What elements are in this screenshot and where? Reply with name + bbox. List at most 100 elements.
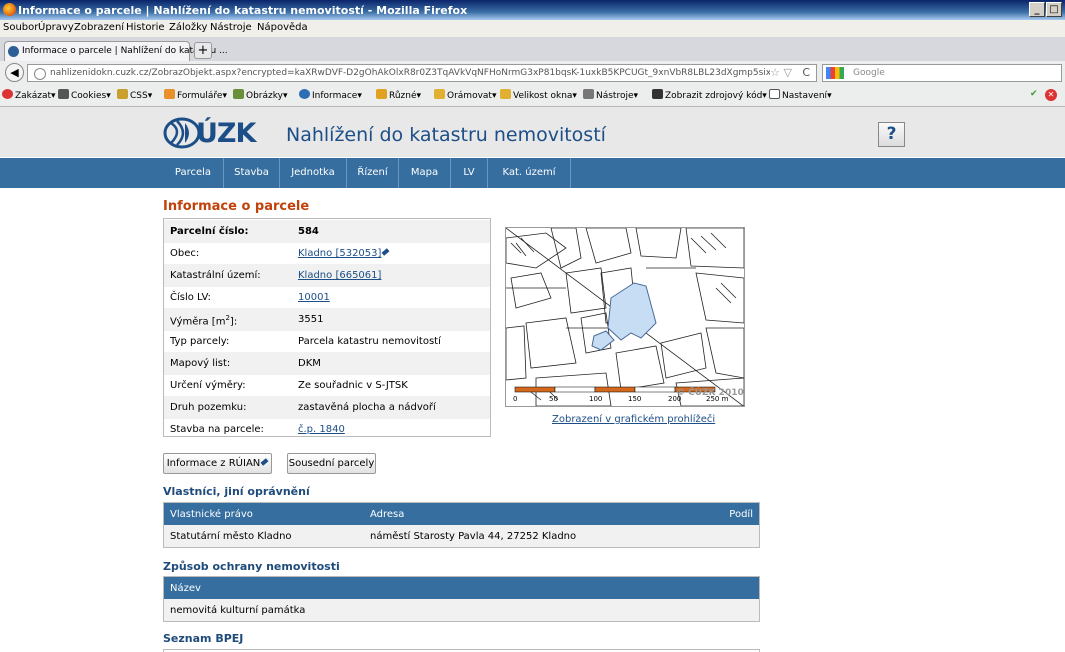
- owners-heading: Vlastníci, jiní oprávnění: [163, 485, 310, 498]
- toolbar-cookies[interactable]: Cookies▾: [58, 89, 111, 101]
- toolbar-options[interactable]: Nastavení▾: [769, 89, 832, 101]
- cadastral-area-link[interactable]: Kladno [665061]: [298, 270, 381, 281]
- scale-label: 50: [549, 395, 558, 403]
- error-icon[interactable]: ✕: [1045, 89, 1057, 101]
- menu-item-zobrazeni[interactable]: Zobrazení: [74, 22, 124, 33]
- table-header: Název: [164, 577, 759, 599]
- toolbar-outline[interactable]: Orámovat▾: [434, 89, 496, 101]
- toolbar-tools[interactable]: Nástroje▾: [583, 89, 638, 101]
- parcel-row: Parcelní číslo: 584: [164, 220, 490, 243]
- scale-label: 150: [628, 395, 641, 403]
- toolbar-forms[interactable]: Formuláře▾: [164, 89, 227, 101]
- lv-link[interactable]: 10001: [298, 292, 330, 303]
- toolbar-css[interactable]: CSS▾: [117, 89, 152, 101]
- toolbar-misc[interactable]: Různé▾: [376, 89, 421, 101]
- pencil-icon: [260, 458, 269, 466]
- options-icon: [769, 89, 780, 99]
- nav-parcela[interactable]: Parcela: [163, 158, 224, 188]
- toolbar-resize[interactable]: Velikost okna▾: [500, 89, 577, 101]
- row-label: Určení výměry:: [170, 380, 246, 391]
- menu-bar: Soubor Úpravy Zobrazení Historie Záložky…: [0, 20, 1065, 37]
- nav-stavba[interactable]: Stavba: [224, 158, 280, 188]
- parcel-row: Určení výměry: Ze souřadnic v S-JTSK: [164, 374, 490, 397]
- parcel-row: Výměra [m2]: 3551: [164, 308, 490, 331]
- column-header: Název: [170, 583, 201, 594]
- parcel-row: Mapový list: DKM: [164, 352, 490, 375]
- building-link[interactable]: č.p. 1840: [298, 424, 345, 435]
- menu-item-historie[interactable]: Historie: [126, 22, 165, 33]
- cadastral-map: 0 50 100 150 200 250 m © ČÚZK 2010: [506, 228, 744, 406]
- cuzk-favicon: [8, 46, 19, 57]
- outline-icon: [434, 89, 445, 99]
- toolbar-view-source[interactable]: Zobrazit zdrojový kód▾: [652, 89, 767, 101]
- reload-icon[interactable]: C: [802, 66, 810, 79]
- page-title: Informace o parcele: [163, 199, 310, 214]
- row-label: Stavba na parcele:: [170, 424, 264, 435]
- row-value: Parcela katastru nemovitostí: [298, 336, 441, 347]
- back-button[interactable]: ◀: [5, 63, 24, 82]
- table-row: nemovitá kulturní památka: [164, 599, 759, 621]
- menu-item-upravy[interactable]: Úpravy: [38, 22, 74, 33]
- parcel-map-thumbnail[interactable]: 0 50 100 150 200 250 m © ČÚZK 2010: [505, 227, 745, 407]
- css-icon: [117, 89, 128, 99]
- bookmark-star-icon[interactable]: ☆ ▽: [770, 66, 792, 79]
- menu-item-zalozky[interactable]: Záložky: [169, 22, 207, 33]
- menu-item-napoveda[interactable]: Nápověda: [257, 22, 308, 33]
- validation-ok-icon[interactable]: ✔: [1030, 89, 1038, 99]
- scale-label: 100: [589, 395, 602, 403]
- view-source-icon: [652, 89, 663, 99]
- globe-icon: [34, 68, 46, 80]
- tools-icon: [583, 89, 594, 99]
- menu-item-nastroje[interactable]: Nástroje: [210, 22, 252, 33]
- parcel-row: Typ parcely: Parcela katastru nemovitost…: [164, 330, 490, 353]
- owners-table: Vlastnické právo Adresa Podíl Statutární…: [163, 502, 760, 548]
- nav-rizeni[interactable]: Řízení: [347, 158, 399, 188]
- owner-address: náměstí Starosty Pavla 44, 27252 Kladno: [370, 531, 577, 542]
- maximize-button[interactable]: □: [1046, 2, 1062, 17]
- map-copyright: © ČÚZK 2010: [676, 386, 744, 398]
- cookies-icon: [58, 89, 69, 99]
- nav-jednotka[interactable]: Jednotka: [280, 158, 347, 188]
- forms-icon: [164, 89, 175, 99]
- graphic-viewer-link[interactable]: Zobrazení v grafickém prohlížeči: [552, 414, 715, 425]
- nav-kat-uzemi[interactable]: Kat. území: [488, 158, 571, 188]
- navigation-toolbar: ◀ nahlizenidokn.cuzk.cz/ZobrazObjekt.asp…: [0, 61, 1065, 86]
- google-icon: [826, 67, 844, 79]
- address-bar[interactable]: nahlizenidokn.cuzk.cz/ZobrazObjekt.aspx?…: [27, 64, 817, 82]
- nav-mapa[interactable]: Mapa: [399, 158, 451, 188]
- main-nav: Parcela Stavba Jednotka Řízení Mapa LV K…: [0, 158, 1065, 188]
- ruian-pencil-icon[interactable]: [381, 248, 390, 256]
- menu-item-soubor[interactable]: Soubor: [3, 22, 38, 33]
- scale-label: 0: [513, 395, 517, 403]
- protection-table: Název nemovitá kulturní památka: [163, 576, 760, 622]
- scale-bar-segment: [514, 386, 556, 393]
- new-tab-button[interactable]: +: [194, 42, 212, 59]
- help-button[interactable]: ?: [878, 122, 905, 147]
- parcel-info-table: Parcelní číslo: 584 Obec: Kladno [532053…: [163, 218, 491, 437]
- owner-name: Statutární město Kladno: [170, 531, 292, 542]
- nav-lv[interactable]: LV: [451, 158, 488, 188]
- images-icon: [233, 89, 244, 99]
- row-label: Obec:: [170, 248, 200, 259]
- column-header: Podíl: [729, 509, 753, 520]
- ruian-info-button[interactable]: Informace z RÚIAN: [163, 453, 272, 474]
- protection-heading: Způsob ochrany nemovitosti: [163, 560, 340, 573]
- toolbar-information[interactable]: Informace▾: [299, 89, 362, 101]
- search-engine-label: Google: [853, 68, 885, 78]
- toolbar-images[interactable]: Obrázky▾: [233, 89, 288, 101]
- firefox-icon: [3, 3, 16, 16]
- table-row: Statutární město Kladno náměstí Starosty…: [164, 525, 759, 547]
- obec-link[interactable]: Kladno [532053]: [298, 248, 381, 259]
- toolbar-disable[interactable]: Zakázat▾: [2, 89, 56, 101]
- parcel-row: Katastrální území: Kladno [665061]: [164, 264, 490, 287]
- window-title: Informace o parcele | Nahlížení do katas…: [18, 4, 468, 17]
- window-title-bar: Informace o parcele | Nahlížení do katas…: [0, 0, 1065, 20]
- minimize-button[interactable]: _: [1029, 2, 1045, 17]
- parcel-row: Stavba na parcele: č.p. 1840: [164, 418, 490, 436]
- neighbor-parcels-button[interactable]: Sousední parcely: [287, 453, 376, 474]
- tab-parcel-info[interactable]: Informace o parcele | Nahlížení do katas…: [4, 41, 228, 61]
- row-value: 584: [298, 226, 319, 237]
- row-label: Typ parcely:: [170, 336, 230, 347]
- search-bar[interactable]: Google: [822, 64, 1062, 82]
- column-header: Adresa: [370, 509, 405, 520]
